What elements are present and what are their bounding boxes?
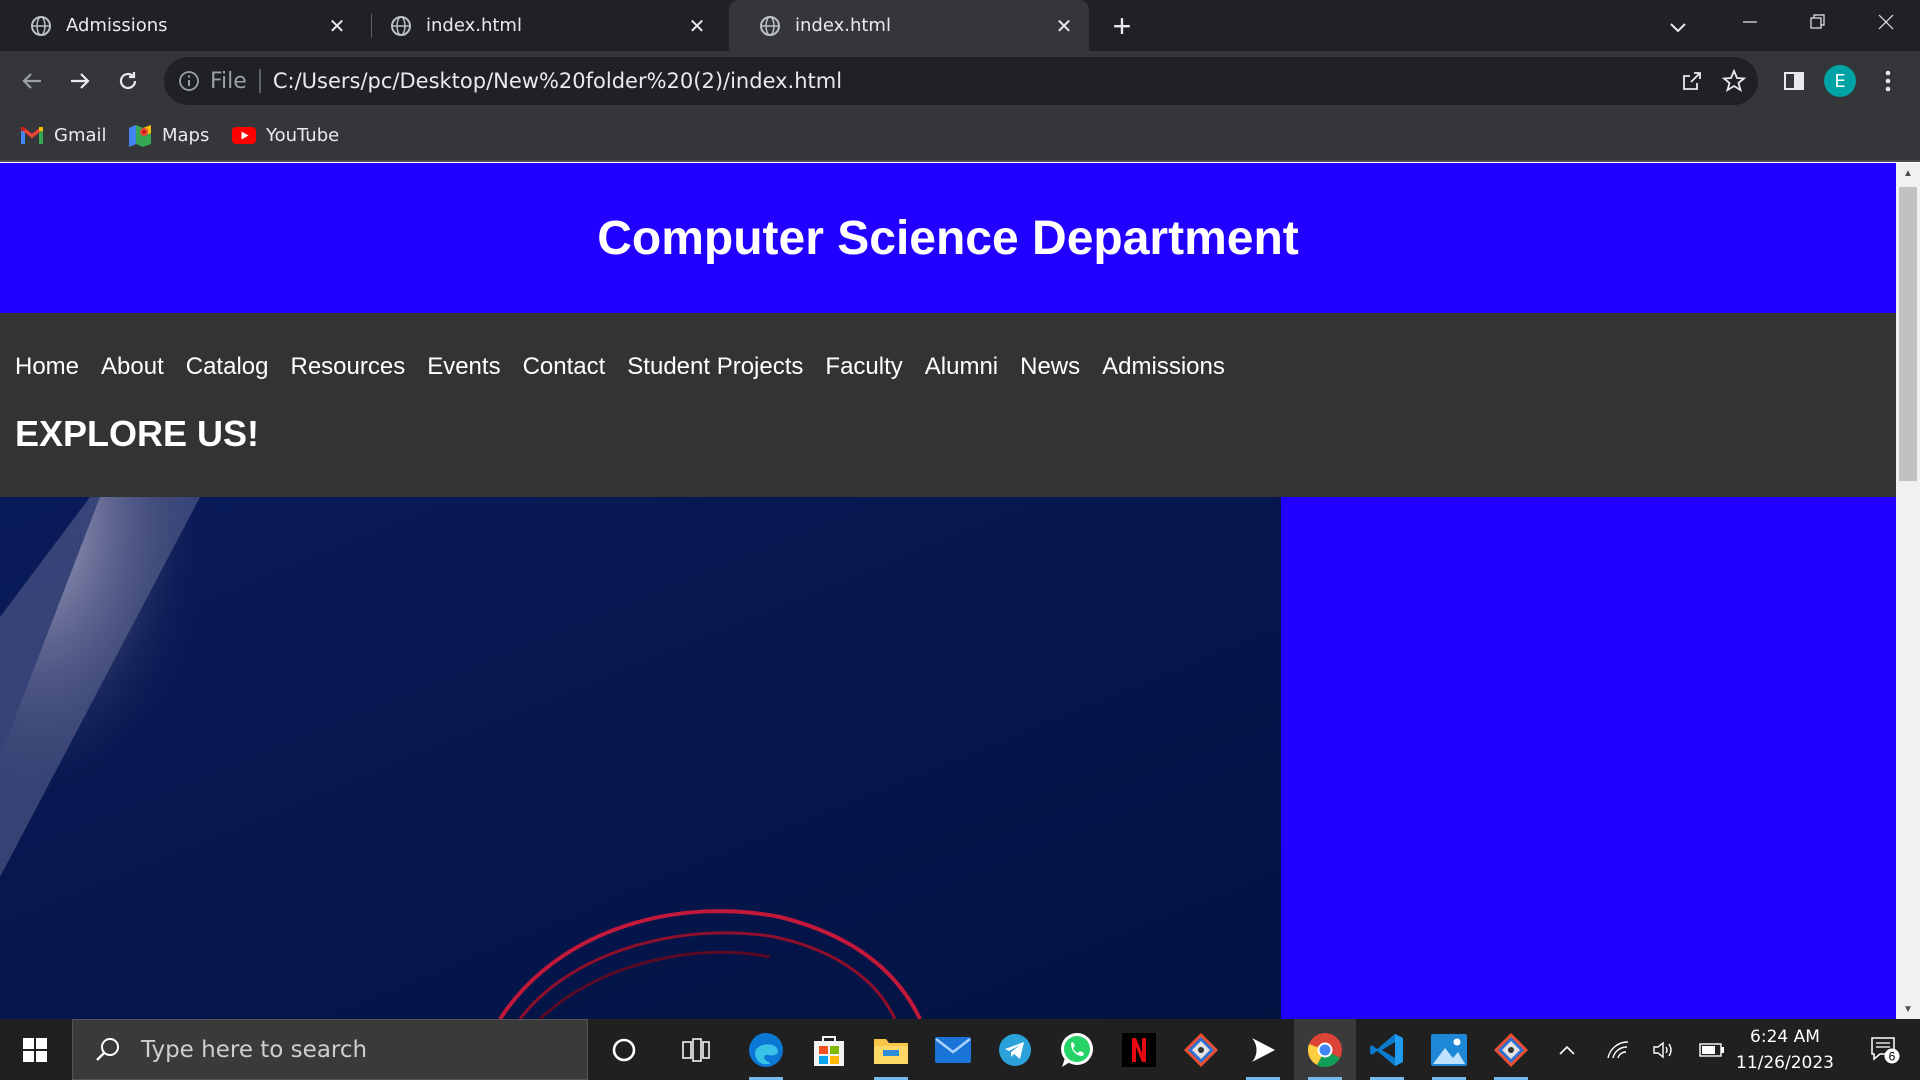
tab-label: index.html: [426, 15, 522, 36]
notification-center-icon[interactable]: 6: [1850, 1019, 1920, 1080]
page-scrollbar[interactable]: ▲ ▼: [1896, 163, 1920, 1019]
maps-icon: [128, 124, 152, 148]
hero-photo: [0, 497, 1281, 1019]
back-icon[interactable]: [14, 63, 50, 99]
bookmark-label: YouTube: [266, 125, 340, 146]
scroll-down-icon[interactable]: ▼: [1896, 999, 1920, 1019]
tab-label: index.html: [795, 15, 891, 36]
mail-icon[interactable]: [922, 1019, 984, 1080]
page-viewport: Computer Science Department Home About C…: [0, 163, 1896, 1019]
scroll-up-icon[interactable]: ▲: [1896, 163, 1920, 183]
nav-link-catalog[interactable]: Catalog: [186, 353, 269, 381]
scheme-label: File: [210, 68, 247, 94]
bookmark-gmail[interactable]: Gmail: [20, 111, 107, 160]
tab-strip: Admissions ✕ index.html ✕ index.html ✕ +: [0, 0, 1920, 51]
nav-link-alumni[interactable]: Alumni: [925, 353, 998, 381]
address-bar[interactable]: File C:/Users/pc/Desktop/New%20folder%20…: [164, 57, 1758, 105]
new-tab-button[interactable]: +: [1104, 8, 1140, 44]
tab-index-1[interactable]: index.html ✕: [360, 0, 722, 51]
nav-link-home[interactable]: Home: [15, 353, 79, 381]
windows-taskbar: Type here to search 6:24 AM 11/26/2023 6: [0, 1019, 1920, 1080]
address-divider: [258, 69, 261, 93]
nav-link-faculty[interactable]: Faculty: [825, 353, 902, 381]
edge-icon[interactable]: [735, 1019, 797, 1080]
task-view-icon[interactable]: [665, 1019, 727, 1080]
forward-icon[interactable]: [62, 63, 98, 99]
volume-icon[interactable]: [1644, 1019, 1684, 1080]
nav-link-admissions[interactable]: Admissions: [1102, 353, 1225, 381]
bookmark-label: Gmail: [54, 125, 107, 146]
menu-kebab-icon[interactable]: [1870, 63, 1906, 99]
bookmark-maps[interactable]: Maps: [128, 111, 209, 160]
tab-close-icon[interactable]: ✕: [326, 14, 348, 38]
tab-label: Admissions: [66, 15, 168, 36]
globe-icon: [31, 15, 51, 36]
gmail-icon: [20, 124, 44, 148]
vscode-icon[interactable]: [1356, 1019, 1418, 1080]
windows-start-icon[interactable]: [0, 1019, 70, 1080]
tab-index-active[interactable]: index.html ✕: [729, 0, 1089, 51]
nav-link-contact[interactable]: Contact: [523, 353, 606, 381]
file-explorer-icon[interactable]: [860, 1019, 922, 1080]
avatar: E: [1824, 65, 1856, 97]
tab-close-icon[interactable]: ✕: [686, 14, 708, 38]
clock-date: 11/26/2023: [1736, 1052, 1834, 1073]
notification-count: 6: [1889, 1049, 1896, 1063]
nav-link-resources[interactable]: Resources: [290, 353, 405, 381]
taskbar-search[interactable]: Type here to search: [72, 1019, 588, 1080]
tab-search-icon[interactable]: [1660, 10, 1696, 46]
side-panel: [1281, 497, 1896, 1019]
bookmark-label: Maps: [162, 125, 210, 146]
nav-links: Home About Catalog Resources Events Cont…: [15, 353, 1247, 381]
nav-link-events[interactable]: Events: [427, 353, 500, 381]
clock-time: 6:24 AM: [1750, 1026, 1820, 1047]
scroll-thumb[interactable]: [1899, 187, 1917, 481]
git-gui-icon[interactable]: [1480, 1019, 1542, 1080]
netflix-icon[interactable]: [1108, 1019, 1170, 1080]
youtube-icon: [232, 124, 256, 148]
side-panel-icon[interactable]: [1776, 63, 1812, 99]
bookmark-star-icon[interactable]: [1722, 69, 1746, 93]
tab-admissions[interactable]: Admissions ✕: [0, 0, 362, 51]
whatsapp-icon[interactable]: [1046, 1019, 1108, 1080]
media-player-icon[interactable]: [1232, 1019, 1294, 1080]
window-controls: [1716, 0, 1920, 44]
reload-icon[interactable]: [110, 63, 146, 99]
nav-link-student-projects[interactable]: Student Projects: [627, 353, 803, 381]
page-title: Computer Science Department: [597, 211, 1299, 265]
git-icon[interactable]: [1170, 1019, 1232, 1080]
bookmarks-bar: Gmail Maps YouTube: [0, 111, 1920, 162]
search-placeholder: Type here to search: [141, 1036, 368, 1063]
info-icon[interactable]: [178, 70, 200, 92]
tab-close-icon[interactable]: ✕: [1053, 14, 1075, 38]
wifi-icon[interactable]: [1598, 1019, 1638, 1080]
search-icon: [96, 1037, 119, 1061]
bookmark-youtube[interactable]: YouTube: [232, 111, 339, 160]
minimize-icon[interactable]: [1716, 0, 1784, 44]
photos-icon[interactable]: [1418, 1019, 1480, 1080]
telegram-icon[interactable]: [984, 1019, 1046, 1080]
close-window-icon[interactable]: [1852, 0, 1920, 44]
explore-heading: EXPLORE US!: [15, 413, 260, 454]
site-nav: Home About Catalog Resources Events Cont…: [0, 313, 1896, 497]
url-text[interactable]: C:/Users/pc/Desktop/New%20folder%20(2)/i…: [273, 69, 842, 93]
hero-image: [0, 497, 1281, 1019]
nav-link-news[interactable]: News: [1020, 353, 1080, 381]
cortana-icon[interactable]: [593, 1019, 655, 1080]
profile-avatar[interactable]: E: [1822, 63, 1858, 99]
share-icon[interactable]: [1680, 69, 1704, 93]
restore-icon[interactable]: [1784, 0, 1852, 44]
browser-toolbar: File C:/Users/pc/Desktop/New%20folder%20…: [0, 51, 1920, 111]
system-clock[interactable]: 6:24 AM 11/26/2023: [1730, 1019, 1840, 1080]
nav-link-about[interactable]: About: [101, 353, 164, 381]
show-hidden-icons-chevron-up-icon[interactable]: [1552, 1019, 1582, 1080]
chrome-icon[interactable]: [1294, 1019, 1356, 1080]
globe-icon: [760, 15, 780, 36]
site-header: Computer Science Department: [0, 163, 1896, 313]
battery-icon[interactable]: [1692, 1019, 1732, 1080]
globe-icon: [391, 15, 411, 36]
store-icon[interactable]: [798, 1019, 860, 1080]
